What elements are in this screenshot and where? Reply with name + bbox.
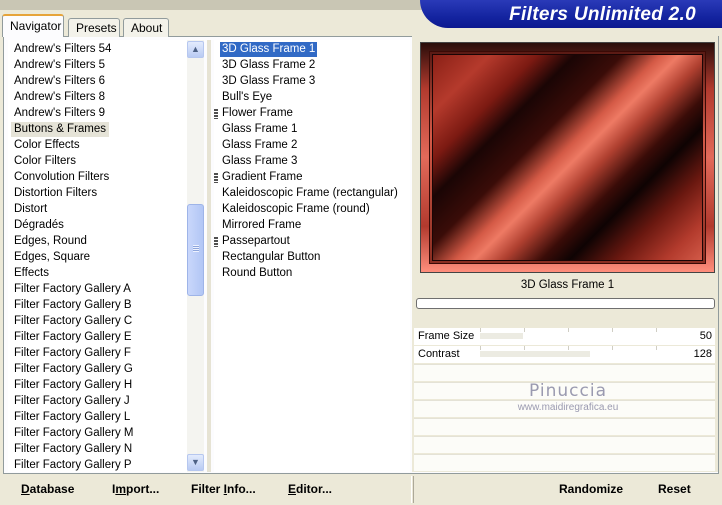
category-item[interactable]: Edges, Round	[11, 234, 90, 249]
scroll-up-icon[interactable]: ▲	[187, 41, 204, 58]
category-item[interactable]: Filter Factory Gallery F	[11, 346, 134, 361]
category-item[interactable]: Distort	[11, 202, 50, 217]
import-button-accel: m	[115, 482, 127, 496]
tab-presets[interactable]: Presets	[68, 18, 120, 37]
slider-value: 128	[693, 348, 712, 360]
import-button[interactable]: Import...	[112, 482, 159, 496]
category-scrollbar[interactable]: ▲ ▼	[187, 40, 204, 472]
filter-item[interactable]: Bull's Eye	[220, 90, 274, 105]
category-item[interactable]: Filter Factory Gallery E	[11, 330, 135, 345]
filter-item[interactable]: Round Button	[220, 266, 294, 281]
filter-item[interactable]: 3D Glass Frame 3	[220, 74, 317, 89]
category-item[interactable]: Filter Factory Gallery N	[11, 442, 135, 457]
progress-bar	[416, 298, 715, 309]
filter-item[interactable]: Glass Frame 2	[220, 138, 299, 153]
slider-label: Contrast	[418, 348, 460, 360]
category-item[interactable]: Filter Factory Gallery G	[11, 362, 136, 377]
category-item[interactable]: Filter Factory Gallery B	[11, 298, 135, 313]
category-item[interactable]: Filter Factory Gallery M	[11, 426, 137, 441]
database-button[interactable]: Database	[21, 482, 74, 496]
frame-inner	[432, 54, 703, 261]
category-item[interactable]: Edges, Square	[11, 250, 93, 265]
empty-slider-row	[414, 454, 715, 471]
filter-item[interactable]: Glass Frame 1	[220, 122, 299, 137]
filter-item[interactable]: Kaleidoscopic Frame (round)	[220, 202, 372, 217]
filter-item[interactable]: 3D Glass Frame 1	[220, 42, 318, 57]
database-button-accel: D	[21, 482, 30, 496]
filter-info-button[interactable]: Filter Info...	[191, 482, 256, 496]
category-item[interactable]: Effects	[11, 266, 52, 281]
bottom-bar: Database Import... Filter Info... Editor…	[5, 476, 719, 503]
randomize-button[interactable]: Randomize	[559, 482, 623, 496]
bottom-divider	[411, 476, 414, 503]
scroll-grip	[193, 245, 199, 252]
category-item[interactable]: Convolution Filters	[11, 170, 112, 185]
filter-item[interactable]: Passepartout	[220, 234, 292, 249]
category-item[interactable]: Filter Factory Gallery J	[11, 394, 133, 409]
category-item[interactable]: Filter Factory Gallery P	[11, 458, 135, 472]
category-item[interactable]: Color Filters	[11, 154, 79, 169]
slider-value: 50	[699, 330, 712, 342]
category-item[interactable]: Filter Factory Gallery H	[11, 378, 135, 393]
filter-item[interactable]: 3D Glass Frame 2	[220, 58, 317, 73]
category-item[interactable]: Buttons & Frames	[11, 122, 110, 137]
slider-fill	[480, 351, 590, 357]
preview-image	[420, 42, 715, 273]
filter-item[interactable]: Kaleidoscopic Frame (rectangular)	[220, 186, 400, 201]
slider-ticks	[480, 328, 700, 332]
category-item[interactable]: Andrew's Filters 6	[11, 74, 108, 89]
reset-button[interactable]: Reset	[658, 482, 691, 496]
scroll-down-icon[interactable]: ▼	[187, 454, 204, 471]
submenu-marker-icon	[214, 173, 218, 183]
category-item[interactable]: Andrew's Filters 9	[11, 106, 108, 121]
parameter-slider[interactable]: Frame Size 50	[414, 328, 715, 345]
filter-info-button-label: nfo...	[227, 482, 256, 496]
filter-item[interactable]: Rectangular Button	[220, 250, 322, 265]
database-button-label: atabase	[29, 482, 75, 496]
empty-slider-row	[414, 364, 715, 381]
app-title: Filters Unlimited 2.0	[509, 4, 696, 25]
filter-info-button-pre: Filter	[191, 482, 224, 496]
filter-list[interactable]: 3D Glass Frame 1 3D Glass Frame 2 3D Glass…	[214, 40, 410, 472]
editor-button-label: ditor...	[296, 482, 333, 496]
slider-ticks	[480, 346, 700, 350]
tab-about[interactable]: About	[123, 18, 169, 37]
editor-button-accel: E	[288, 482, 297, 496]
parameter-slider[interactable]: Contrast 128	[414, 346, 715, 363]
tab-navigator[interactable]: Navigator	[2, 14, 64, 37]
category-item[interactable]: Distortion Filters	[11, 186, 100, 201]
category-list[interactable]: Andrew's Filters 54 Andrew's Filters 5 And…	[8, 40, 188, 472]
filter-item[interactable]: Mirrored Frame	[220, 218, 303, 233]
category-item[interactable]: Filter Factory Gallery L	[11, 410, 133, 425]
filter-item[interactable]: Gradient Frame	[220, 170, 305, 185]
app-banner: Filters Unlimited 2.0	[420, 0, 722, 28]
list-divider	[207, 40, 211, 472]
filter-item[interactable]: Flower Frame	[220, 106, 295, 121]
empty-slider-row	[414, 436, 715, 453]
filter-item[interactable]: Glass Frame 3	[220, 154, 299, 169]
slider-fill	[480, 333, 523, 339]
empty-slider-row	[414, 418, 715, 435]
preview-caption: 3D Glass Frame 1	[520, 279, 615, 291]
watermark-name: Pinuccia	[529, 381, 607, 401]
category-item[interactable]: Dégradés	[11, 218, 67, 233]
editor-button[interactable]: Editor...	[288, 482, 332, 496]
category-item[interactable]: Color Effects	[11, 138, 83, 153]
category-item[interactable]: Filter Factory Gallery C	[11, 314, 135, 329]
scroll-thumb[interactable]	[187, 204, 204, 296]
category-item[interactable]: Andrew's Filters 8	[11, 90, 108, 105]
category-item[interactable]: Andrew's Filters 54	[11, 42, 114, 57]
watermark-url: www.maidiregrafica.eu	[517, 402, 619, 413]
category-item[interactable]: Andrew's Filters 5	[11, 58, 108, 73]
slider-track[interactable]	[480, 333, 700, 339]
submenu-marker-icon	[214, 109, 218, 119]
submenu-marker-icon	[214, 237, 218, 247]
category-item[interactable]: Filter Factory Gallery A	[11, 282, 134, 297]
slider-track[interactable]	[480, 351, 700, 357]
import-button-label: port...	[126, 482, 160, 496]
slider-label: Frame Size	[418, 330, 475, 342]
